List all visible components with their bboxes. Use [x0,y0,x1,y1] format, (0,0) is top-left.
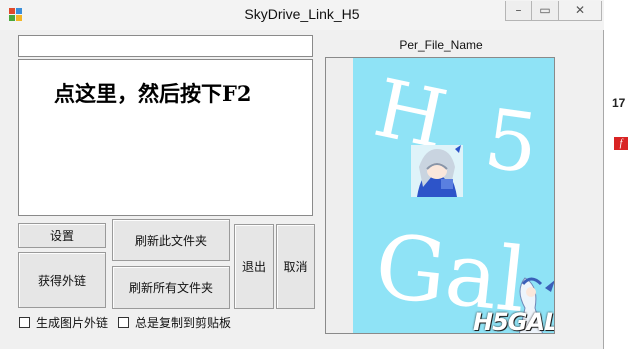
path-input[interactable] [18,35,313,57]
checkbox-box[interactable] [118,316,129,328]
checkbox-label: 总是复制到剪贴板 [135,315,232,330]
gen-image-link-checkbox[interactable]: 生成图片外链 [19,315,109,330]
exit-button[interactable]: 退出 [234,224,274,309]
settings-button[interactable]: 设置 [18,223,106,248]
background-page: 17 f [604,0,628,349]
checkbox-label: 生成图片外链 [36,315,109,330]
checkbox-box[interactable] [19,316,30,328]
preview-image: H 5 Gal H5GAL [353,58,555,334]
minimize-button[interactable]: – [505,1,531,21]
h5gal-logo: H5GAL [473,308,555,334]
background-number: 17 [612,96,626,110]
preview-art: H 5 Gal [353,58,554,333]
preview-frame: H 5 Gal H5GAL [325,57,555,334]
character-avatar [411,145,463,197]
flash-icon: f [614,137,628,150]
always-copy-checkbox[interactable]: 总是复制到剪贴板 [118,315,232,330]
close-button[interactable]: ✕ [558,1,602,21]
hint-textarea[interactable]: 点这里，然后按下F2 [18,59,313,216]
get-link-button[interactable]: 获得外链 [18,252,106,308]
title-bar[interactable]: SkyDrive_Link_H5 – ▭ ✕ [0,0,604,30]
refresh-all-button[interactable]: 刷新所有文件夹 [112,266,230,309]
hint-text: 点这里，然后按下F2 [54,81,252,106]
preview-title: Per_File_Name [399,38,483,52]
app-window: SkyDrive_Link_H5 – ▭ ✕ 点这里，然后按下F2 设置 刷新此… [0,0,604,349]
refresh-folder-button[interactable]: 刷新此文件夹 [112,219,230,261]
maximize-button[interactable]: ▭ [531,1,558,21]
cancel-button[interactable]: 取消 [276,224,315,309]
